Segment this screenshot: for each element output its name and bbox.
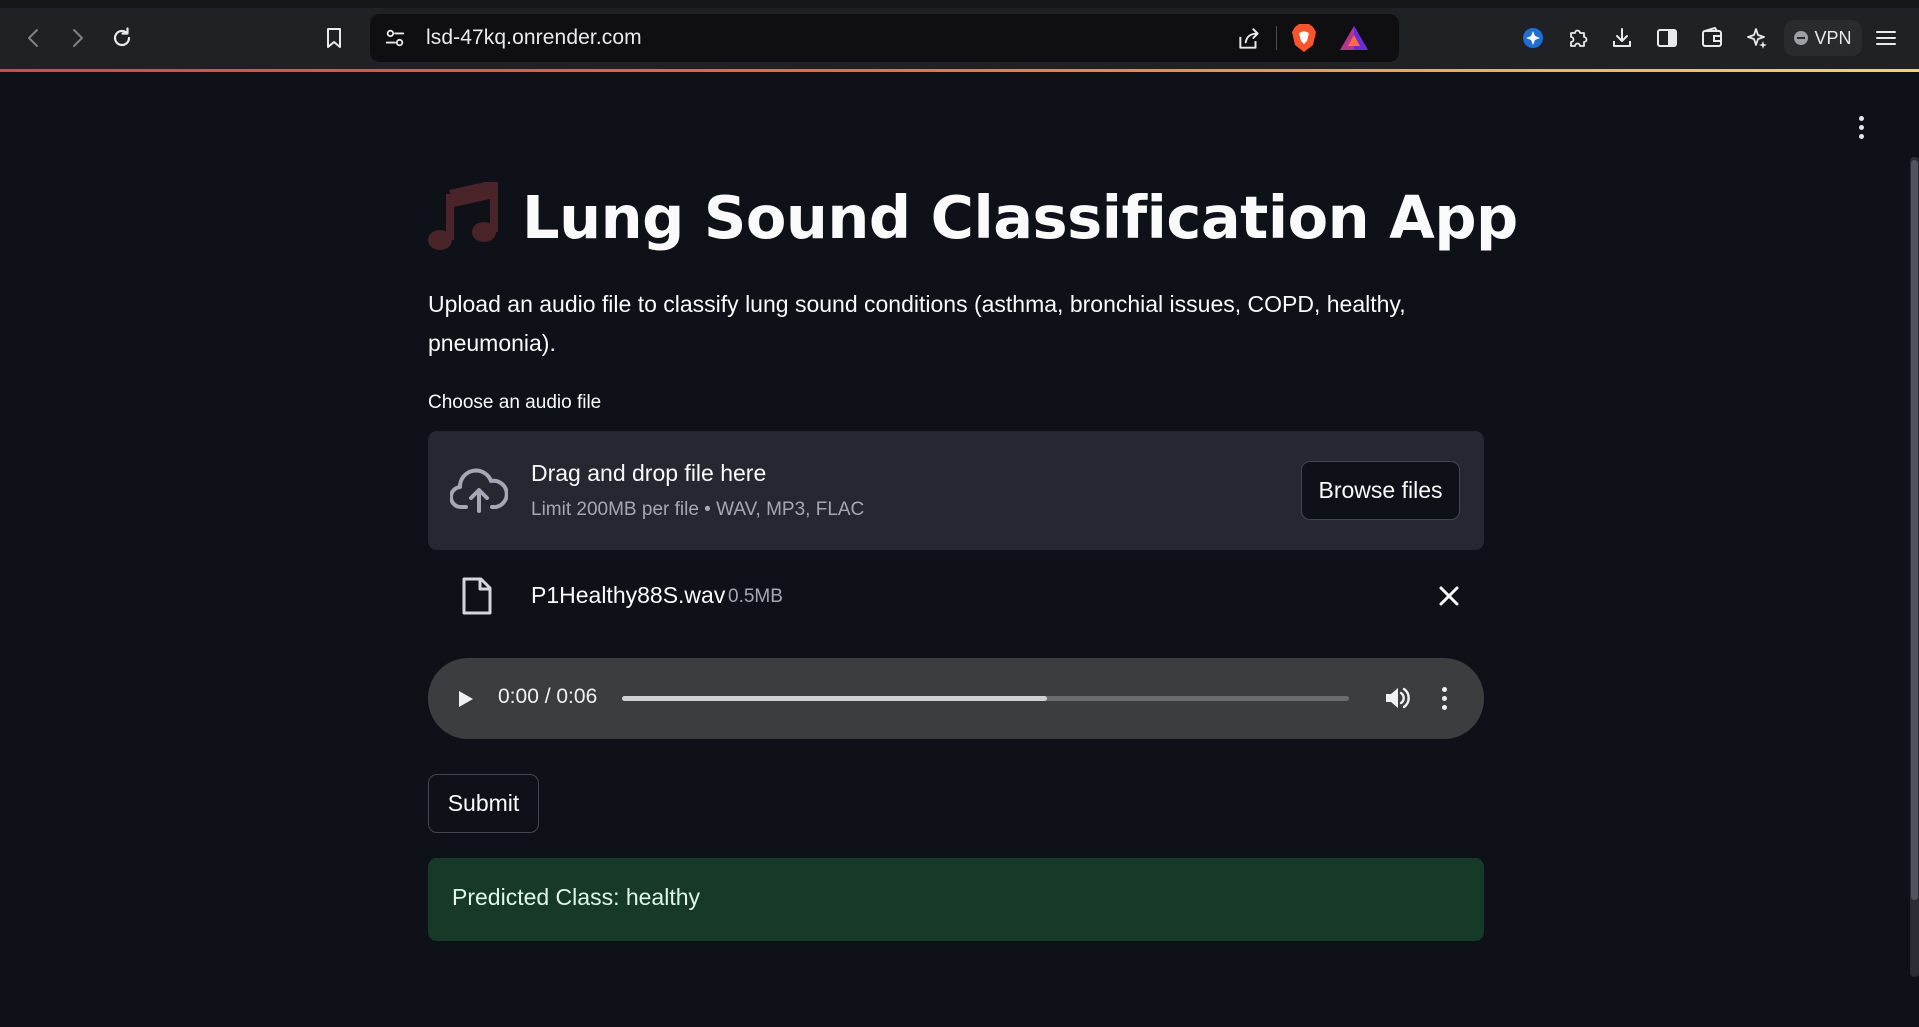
menu-dot [1858,115,1864,121]
audio-player: 0:00 / 0:06 [428,658,1484,739]
app-menu-button[interactable] [1849,112,1873,142]
musical-notes-icon [428,182,500,252]
site-settings-icon [385,29,405,47]
audio-seek-bar[interactable] [622,696,1349,701]
back-button[interactable] [16,20,52,56]
brave-shields-icon[interactable] [1290,23,1318,53]
main-menu-button[interactable] [1868,20,1904,56]
submit-button[interactable]: Submit [428,774,539,833]
app-description: Upload an audio file to classify lung so… [428,291,1406,356]
volume-button[interactable] [1382,683,1412,713]
downloads-button[interactable] [1604,20,1640,56]
uploader-label: Choose an audio file [428,392,602,413]
file-dropzone[interactable]: Drag and drop file here Limit 200MB per … [428,431,1484,550]
wallet-button[interactable] [1694,20,1730,56]
play-button[interactable] [452,685,478,713]
reload-button[interactable] [104,20,140,56]
cloud-upload-icon [450,468,508,513]
sidebar-button[interactable] [1649,20,1685,56]
uploaded-file-row: P1Healthy88S.wav 0.5MB [428,565,1484,625]
menu-dot [1441,695,1447,701]
chevron-left-icon [28,29,38,47]
prediction-result-alert: Predicted Class: healthy [428,858,1484,941]
leo-ai-button[interactable] [1739,20,1775,56]
bookmark-icon [327,28,341,48]
hamburger-icon [1876,31,1896,45]
puzzle-icon [1570,29,1588,47]
uploaded-file-size: 0.5MB [728,586,783,607]
reload-icon [113,27,131,47]
dropzone-title: Drag and drop file here [531,460,767,486]
chevron-right-icon [73,29,83,47]
vpn-label: VPN [1814,27,1852,48]
address-bar[interactable]: lsd-47kq.onrender.com [370,14,1399,62]
share-icon[interactable] [1236,26,1262,52]
browse-files-button[interactable]: Browse files [1301,461,1460,520]
download-icon [1613,28,1631,47]
menu-dot [1441,704,1447,710]
vpn-status-icon [1794,31,1809,45]
prediction-result-text: Predicted Class: healthy [452,884,701,910]
vpn-button[interactable]: VPN [1784,20,1862,56]
url-text[interactable]: lsd-47kq.onrender.com [426,26,642,50]
browser-toolbar: lsd-47kq.onrender.com VPN [0,0,1919,72]
tab-strip [0,0,1919,8]
title-text: Lung Sound Classification App [522,182,1518,252]
menu-dot [1858,124,1864,130]
wallet-icon [1702,27,1722,47]
sidebar-icon [1657,29,1677,47]
forward-button[interactable] [59,20,95,56]
audio-buffered-fill [622,696,1048,701]
extensions-button[interactable] [1560,20,1596,56]
file-icon [462,577,492,615]
audio-time: 0:00 / 0:06 [498,685,598,708]
menu-dot [1858,133,1864,139]
scrollbar-thumb[interactable] [1911,160,1918,900]
menu-dot [1441,686,1447,692]
url-divider [1276,26,1277,50]
audio-more-options-button[interactable] [1436,683,1452,713]
streamlit-app: Lung Sound Classification App Upload an … [0,72,1919,1027]
sparkle-icon [1747,28,1767,49]
remove-file-button[interactable] [1434,581,1464,611]
brave-rewards-icon[interactable] [1339,25,1369,51]
bookmark-button[interactable] [316,20,352,56]
uploaded-file-name: P1Healthy88S.wav [531,582,726,608]
extension-button[interactable] [1515,20,1551,56]
extension-badge-icon [1523,28,1543,48]
page-title: Lung Sound Classification App [428,182,1518,252]
dropzone-limit: Limit 200MB per file • WAV, MP3, FLAC [531,499,865,520]
